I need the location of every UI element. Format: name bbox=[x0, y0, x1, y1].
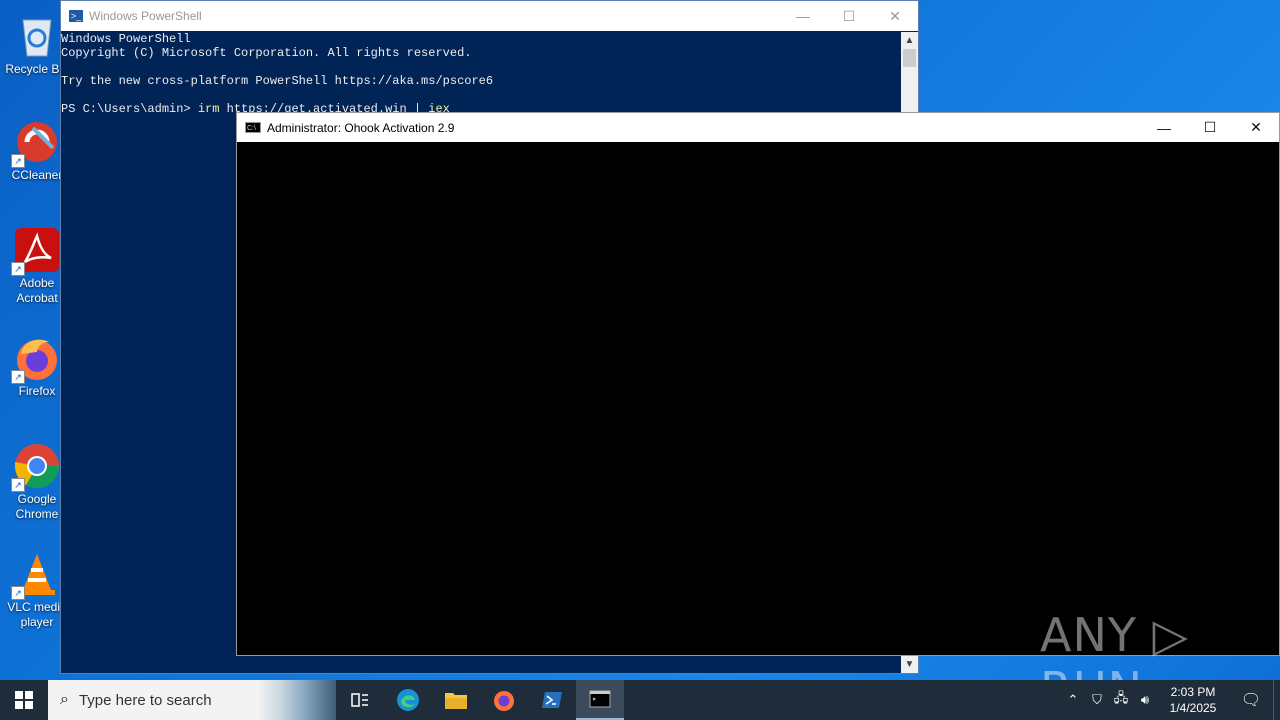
cmd-icon bbox=[589, 690, 611, 708]
network-icon[interactable]: 🖧 bbox=[1109, 689, 1133, 711]
search-icon: ⌕ bbox=[60, 691, 69, 708]
show-desktop-button[interactable] bbox=[1273, 680, 1280, 720]
vlc-icon: ↗ bbox=[11, 550, 61, 600]
console-prompt: PS C:\Users\admin> bbox=[61, 102, 198, 116]
scroll-down-icon[interactable]: ▼ bbox=[901, 656, 918, 673]
search-highlight-art bbox=[258, 680, 336, 720]
powershell-titlebar[interactable]: >_ Windows PowerShell — ☐ ✕ bbox=[61, 1, 918, 31]
maximize-button[interactable]: ☐ bbox=[826, 1, 872, 31]
close-button[interactable]: ✕ bbox=[1233, 113, 1279, 143]
taskbar-firefox[interactable] bbox=[480, 680, 528, 720]
taskbar-cmd[interactable] bbox=[576, 680, 624, 720]
firefox-icon: ↗ bbox=[11, 334, 61, 384]
google-chrome-icon: ↗ bbox=[11, 442, 61, 492]
clock-date: 1/4/2025 bbox=[1169, 701, 1217, 715]
search-placeholder: Type here to search bbox=[78, 691, 212, 709]
maximize-button[interactable]: ☐ bbox=[1187, 113, 1233, 143]
minimize-button[interactable]: — bbox=[780, 1, 826, 31]
powershell-icon: >_ bbox=[69, 10, 83, 22]
windows-logo-icon bbox=[15, 691, 33, 709]
task-view-icon bbox=[351, 693, 368, 707]
notification-icon[interactable]: 🗨︎ bbox=[1229, 690, 1273, 710]
shortcut-arrow-icon: ↗ bbox=[11, 154, 25, 168]
powershell-icon bbox=[542, 692, 562, 708]
taskbar-edge[interactable] bbox=[384, 680, 432, 720]
volume-icon[interactable]: 🔊︎ bbox=[1133, 692, 1157, 708]
minimize-button[interactable]: — bbox=[1141, 113, 1187, 143]
cmd-icon: C:\ bbox=[245, 122, 261, 133]
cmd-window[interactable]: C:\ Administrator: Ohook Activation 2.9 … bbox=[236, 112, 1280, 656]
security-icon[interactable]: ⛉ bbox=[1085, 692, 1109, 708]
console-line: Copyright (C) Microsoft Corporation. All… bbox=[61, 46, 472, 60]
taskbar-file-explorer[interactable] bbox=[432, 680, 480, 720]
close-button[interactable]: ✕ bbox=[872, 1, 918, 31]
scroll-thumb[interactable] bbox=[903, 49, 916, 67]
taskbar: ⌕ Type here to search ⌃ ⛉ 🖧 🔊︎ 2:03 PM 1… bbox=[0, 680, 1280, 720]
recycle-bin-icon bbox=[13, 12, 61, 60]
ccleaner-icon: ↗ bbox=[11, 118, 61, 168]
console-line: Try the new cross-platform PowerShell ht… bbox=[61, 74, 494, 88]
folder-icon bbox=[445, 693, 467, 709]
clock-time: 2:03 PM bbox=[1170, 685, 1216, 699]
taskbar-powershell[interactable] bbox=[528, 680, 576, 720]
shortcut-arrow-icon: ↗ bbox=[11, 586, 25, 600]
system-tray: ⌃ ⛉ 🖧 🔊︎ 2:03 PM 1/4/2025 🗨︎ bbox=[1061, 680, 1280, 720]
cmd-title: Administrator: Ohook Activation 2.9 bbox=[267, 120, 455, 135]
start-button[interactable] bbox=[0, 680, 48, 720]
clock[interactable]: 2:03 PM 1/4/2025 bbox=[1157, 684, 1229, 716]
chevron-up-icon[interactable]: ⌃ bbox=[1061, 692, 1085, 708]
search-box[interactable]: ⌕ Type here to search bbox=[48, 680, 336, 720]
shortcut-arrow-icon: ↗ bbox=[11, 478, 25, 492]
shortcut-arrow-icon: ↗ bbox=[11, 370, 25, 384]
powershell-title: Windows PowerShell bbox=[89, 9, 202, 23]
firefox-icon bbox=[494, 691, 514, 711]
task-view-button[interactable] bbox=[336, 680, 384, 720]
console-command-keyword: irm bbox=[197, 102, 220, 116]
scroll-up-icon[interactable]: ▲ bbox=[901, 32, 918, 49]
shortcut-arrow-icon: ↗ bbox=[11, 262, 25, 276]
adobe-acrobat-icon: ↗ bbox=[11, 226, 61, 276]
cmd-titlebar[interactable]: C:\ Administrator: Ohook Activation 2.9 … bbox=[237, 113, 1279, 142]
cmd-console[interactable] bbox=[237, 143, 1279, 655]
edge-icon bbox=[397, 689, 419, 711]
console-line: Windows PowerShell bbox=[61, 32, 191, 46]
